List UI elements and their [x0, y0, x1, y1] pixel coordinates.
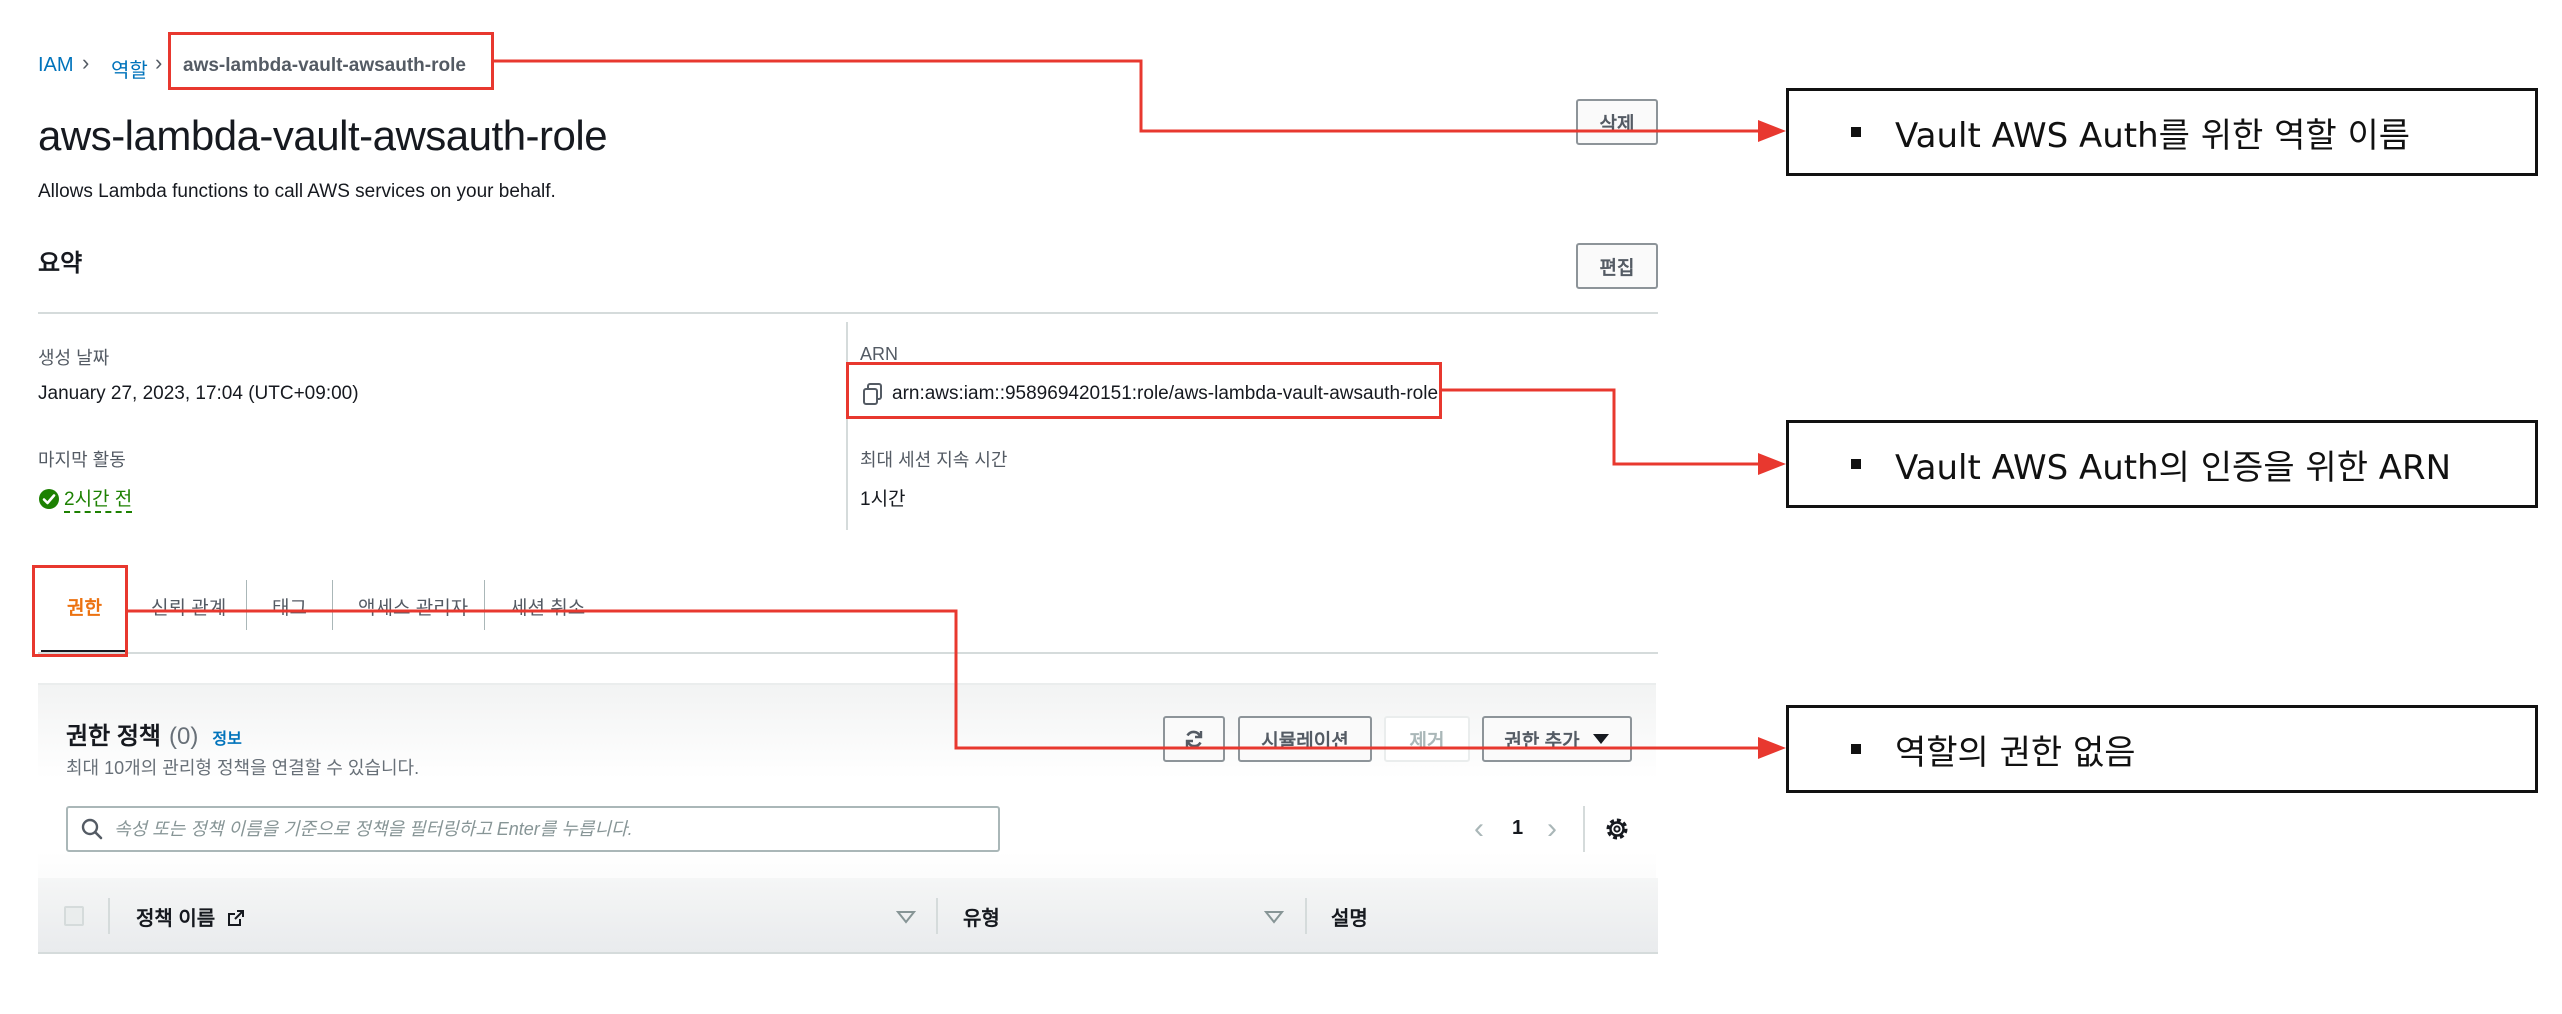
tab-revoke-sessions[interactable]: 세션 취소	[510, 593, 585, 620]
callout-permissions-text: 역할의 권한 없음	[1895, 732, 2136, 773]
bullet-icon	[1851, 127, 1861, 137]
summary-column-divider	[846, 322, 848, 530]
policy-table-header: 정책 이름 유형 설명	[38, 878, 1658, 954]
search-icon	[81, 818, 103, 840]
role-description: Allows Lambda functions to call AWS serv…	[38, 181, 556, 202]
bullet-icon	[1851, 744, 1861, 754]
delete-button[interactable]: 삭제	[1576, 99, 1658, 145]
tab-trust-relationships[interactable]: 신뢰 관계	[151, 593, 226, 620]
simulate-button[interactable]: 시뮬레이션	[1238, 716, 1372, 762]
created-value: January 27, 2023, 17:04 (UTC+09:00)	[38, 383, 359, 404]
sort-caret-icon[interactable]	[896, 910, 916, 924]
callout-role-name-text: Vault AWS Auth를 위한 역할 이름	[1895, 115, 2411, 156]
max-session-value: 1시간	[860, 489, 906, 510]
summary-divider	[38, 312, 1658, 314]
last-activity-label: 마지막 활동	[38, 450, 126, 470]
page-number[interactable]: 1	[1512, 817, 1523, 840]
info-link[interactable]: 정보	[212, 725, 241, 749]
permissions-subtitle: 최대 10개의 관리형 정책을 연결할 수 있습니다.	[66, 758, 420, 778]
tab-access-advisor[interactable]: 액세스 관리자	[358, 593, 468, 620]
annotation-highlight-role-name	[168, 32, 494, 90]
max-session-label: 최대 세션 지속 시간	[860, 450, 1008, 470]
column-divider	[108, 898, 110, 934]
bullet-icon	[1851, 459, 1861, 469]
created-label: 생성 날짜	[38, 348, 110, 368]
tab-divider	[332, 580, 333, 630]
permissions-count: (0)	[169, 723, 199, 750]
callout-permissions: 역할의 권한 없음	[1786, 705, 2538, 793]
permissions-title: 권한 정책	[66, 723, 161, 750]
last-activity-status[interactable]: 2시간 전	[38, 484, 133, 513]
column-description[interactable]: 설명	[1331, 902, 1368, 931]
breadcrumb-separator-icon: ›	[155, 50, 163, 75]
caret-down-icon	[1592, 734, 1609, 744]
pagination-divider	[1583, 806, 1585, 852]
policy-search-input[interactable]	[114, 808, 998, 850]
refresh-icon	[1185, 730, 1203, 748]
settings-gear-icon[interactable]	[1604, 816, 1630, 847]
annotation-highlight-arn	[846, 362, 1442, 419]
callout-arn: Vault AWS Auth의 인증을 위한 ARN	[1786, 420, 2538, 508]
callout-arn-text: Vault AWS Auth의 인증을 위한 ARN	[1895, 447, 2452, 488]
summary-heading: 요약	[38, 250, 83, 277]
breadcrumb-iam-link[interactable]: IAM	[38, 54, 74, 77]
tabs-divider	[38, 652, 1658, 654]
add-permissions-label: 권한 추가	[1504, 730, 1580, 752]
check-circle-icon	[38, 488, 60, 510]
tab-tags[interactable]: 태그	[272, 593, 307, 620]
remove-button[interactable]: 제거	[1384, 716, 1470, 762]
add-permissions-button[interactable]: 권한 추가	[1482, 716, 1632, 762]
column-divider	[936, 898, 938, 934]
column-divider	[1305, 898, 1307, 934]
page-title: aws-lambda-vault-awsauth-role	[38, 112, 608, 159]
refresh-button[interactable]	[1163, 716, 1225, 762]
column-type[interactable]: 유형	[963, 902, 1000, 931]
external-link-icon	[227, 910, 244, 926]
callout-role-name: Vault AWS Auth를 위한 역할 이름	[1786, 88, 2538, 176]
tab-divider	[484, 580, 485, 630]
annotation-highlight-permissions-tab	[32, 565, 128, 657]
select-all-checkbox[interactable]	[64, 906, 84, 926]
next-page-icon[interactable]: ›	[1547, 812, 1557, 846]
breadcrumb-separator-icon: ›	[82, 50, 90, 75]
policy-search-field[interactable]	[66, 806, 1000, 852]
last-activity-value: 2시간 전	[64, 484, 133, 513]
prev-page-icon[interactable]: ‹	[1474, 812, 1484, 846]
edit-button[interactable]: 편집	[1576, 243, 1658, 289]
permissions-header: 권한 정책 (0) 정보	[66, 716, 242, 751]
sort-caret-icon[interactable]	[1264, 910, 1284, 924]
column-policy-name[interactable]: 정책 이름	[136, 902, 245, 931]
breadcrumb-roles-link[interactable]: 역할	[111, 54, 148, 83]
tab-divider	[246, 580, 247, 630]
